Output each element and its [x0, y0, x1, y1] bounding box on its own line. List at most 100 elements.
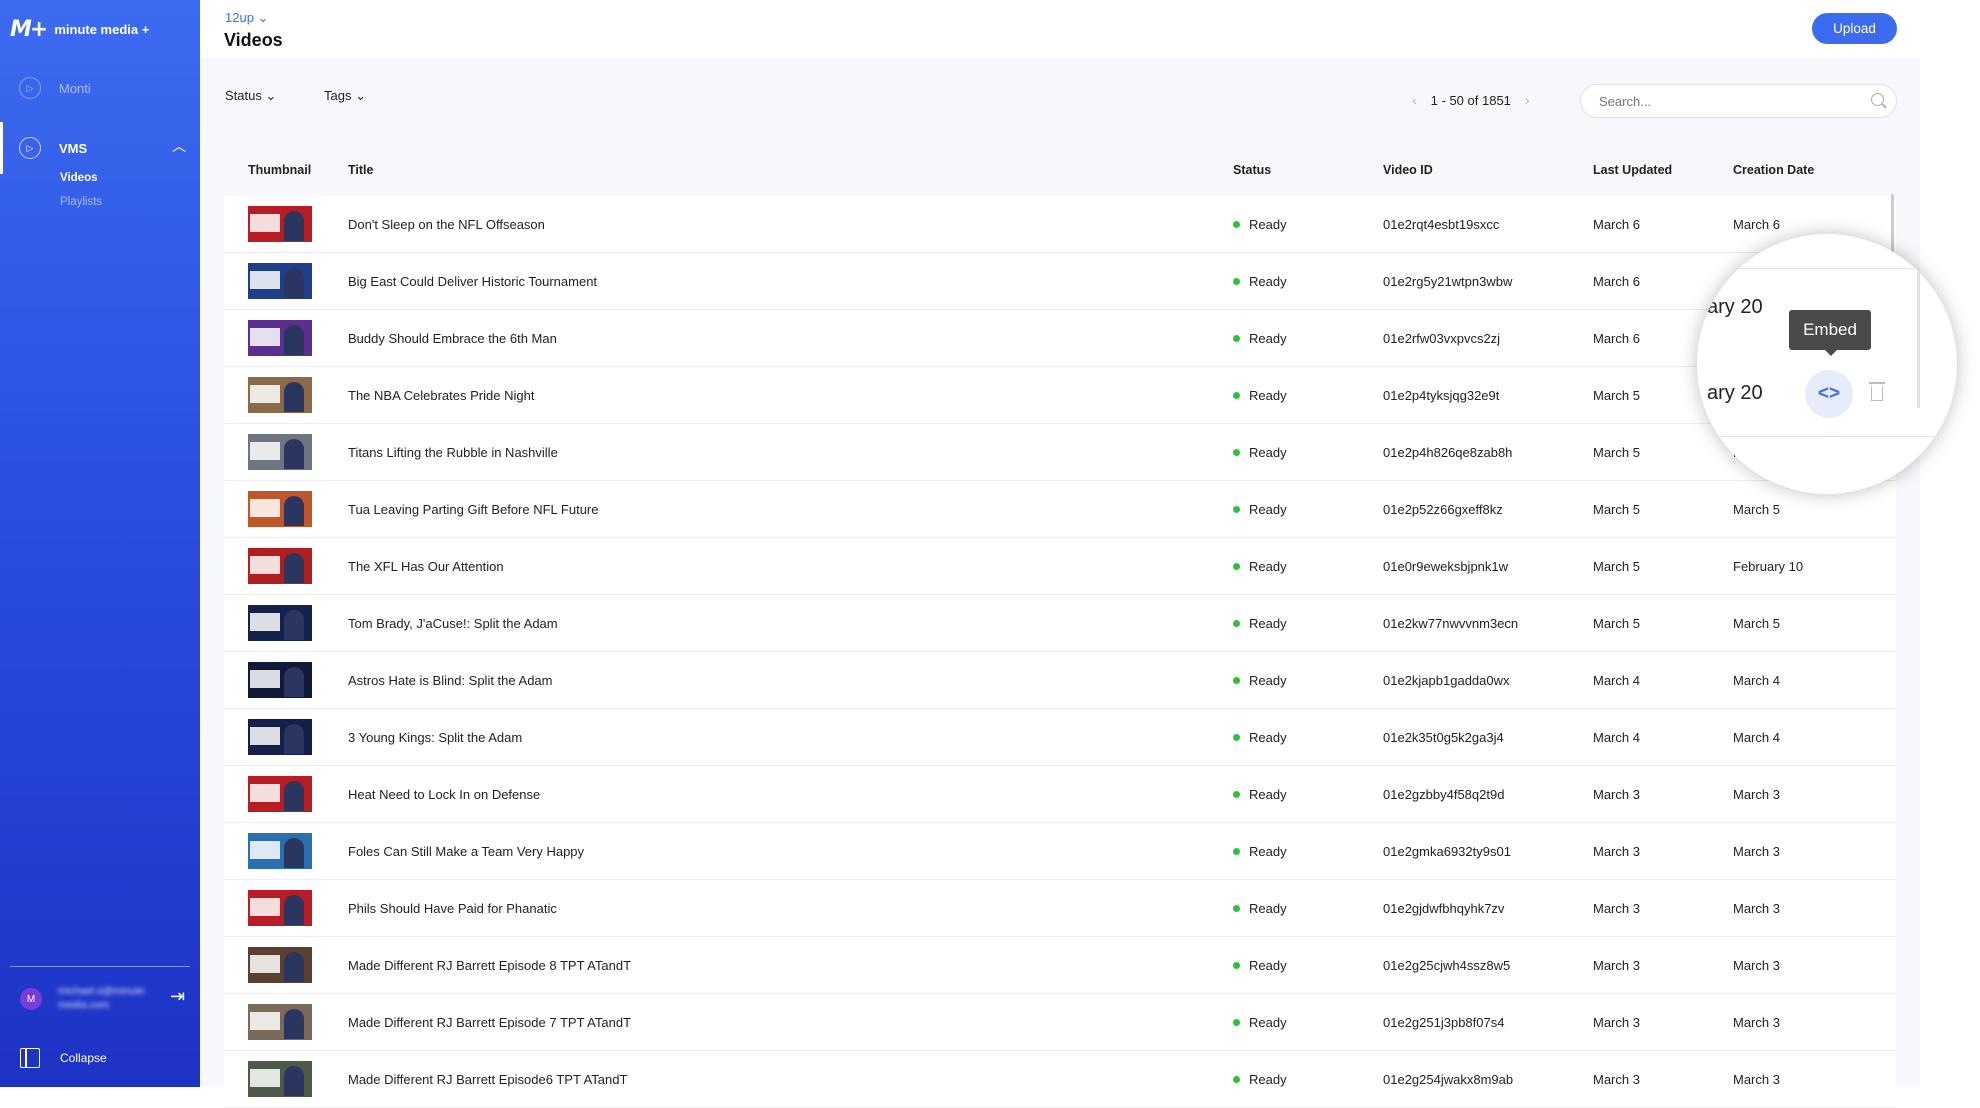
logout-icon[interactable]: ⇥: [170, 986, 185, 1007]
embed-code-icon[interactable]: <>: [1805, 370, 1853, 418]
video-thumbnail[interactable]: [248, 662, 312, 698]
last-updated: March 3: [1593, 957, 1640, 973]
upload-button[interactable]: Upload: [1812, 13, 1897, 44]
video-title[interactable]: 3 Young Kings: Split the Adam: [348, 730, 1233, 745]
video-thumbnail[interactable]: [248, 1061, 312, 1097]
table-row[interactable]: Buddy Should Embrace the 6th Man Ready 01e…: [224, 310, 1896, 367]
video-title[interactable]: Big East Could Deliver Historic Tourname…: [348, 274, 1233, 289]
table-row[interactable]: 3 Young Kings: Split the Adam Ready 01e2k3…: [224, 709, 1896, 766]
last-updated: March 5: [1593, 501, 1640, 517]
column-header[interactable]: Last Updated: [1593, 163, 1733, 177]
collapse-button[interactable]: Collapse: [60, 1051, 107, 1065]
brand-logo[interactable]: M+ minute media +: [10, 14, 149, 44]
last-updated: March 4: [1593, 729, 1640, 745]
column-header[interactable]: Status: [1233, 163, 1383, 177]
status-cell: Ready: [1233, 901, 1383, 916]
table-row[interactable]: The XFL Has Our Attention Ready 01e0r9ewek…: [224, 538, 1896, 595]
tags-filter-dropdown[interactable]: Tags ⌄: [324, 88, 366, 104]
prev-page-icon[interactable]: ‹: [1412, 92, 1417, 108]
video-id: 01e2gmka6932ty9s01: [1383, 843, 1511, 859]
video-title[interactable]: Foles Can Still Make a Team Very Happy: [348, 844, 1233, 859]
video-thumbnail[interactable]: [248, 206, 312, 242]
video-thumbnail[interactable]: [248, 320, 312, 356]
video-title[interactable]: Made Different RJ Barrett Episode 7 TPT …: [348, 1015, 1233, 1030]
table-row[interactable]: Astros Hate is Blind: Split the Adam Read…: [224, 652, 1896, 709]
video-thumbnail[interactable]: [248, 890, 312, 926]
status-text: Ready: [1249, 216, 1287, 232]
video-title[interactable]: Astros Hate is Blind: Split the Adam: [348, 673, 1233, 688]
avatar[interactable]: M: [20, 988, 42, 1010]
table-row[interactable]: Phils Should Have Paid for Phanatic Ready…: [224, 880, 1896, 937]
table-row[interactable]: Made Different RJ Barrett Episode 8 TPT …: [224, 937, 1896, 994]
table-row[interactable]: Heat Need to Lock In on Defense Ready 01e2…: [224, 766, 1896, 823]
video-thumbnail[interactable]: [248, 833, 312, 869]
video-title[interactable]: Made Different RJ Barrett Episode6 TPT A…: [348, 1072, 1233, 1087]
video-thumbnail[interactable]: [248, 605, 312, 641]
subnav-item-videos[interactable]: Videos: [60, 172, 98, 184]
sidebar-divider: [10, 966, 190, 967]
column-header[interactable]: Creation Date: [1733, 163, 1883, 177]
next-page-icon[interactable]: ›: [1525, 92, 1530, 108]
video-title[interactable]: Buddy Should Embrace the 6th Man: [348, 331, 1233, 346]
thumbnail-figure: [284, 553, 304, 583]
video-title[interactable]: Phils Should Have Paid for Phanatic: [348, 901, 1233, 916]
video-title[interactable]: The NBA Celebrates Pride Night: [348, 388, 1233, 403]
status-cell: Ready: [1233, 274, 1383, 289]
video-thumbnail[interactable]: [248, 947, 312, 983]
search-box[interactable]: [1580, 84, 1897, 118]
table-row[interactable]: Titans Lifting the Rubble in Nashville Re…: [224, 424, 1896, 481]
table-row[interactable]: Made Different RJ Barrett Episode6 TPT A…: [224, 1051, 1896, 1108]
video-title[interactable]: Made Different RJ Barrett Episode 8 TPT …: [348, 958, 1233, 973]
table-row[interactable]: Made Different RJ Barrett Episode 7 TPT …: [224, 994, 1896, 1051]
thumbnail-figure: [284, 382, 304, 412]
video-thumbnail[interactable]: [248, 491, 312, 527]
subnav-item-playlists[interactable]: Playlists: [60, 196, 102, 208]
video-id: 01e2rg5y21wtpn3wbw: [1383, 273, 1513, 289]
table-row[interactable]: Tom Brady, J'aCuse!: Split the Adam Ready…: [224, 595, 1896, 652]
status-cell: Ready: [1233, 559, 1383, 574]
thumbnail-cell: [224, 434, 348, 470]
video-title[interactable]: Tua Leaving Parting Gift Before NFL Futu…: [348, 502, 1233, 517]
video-title[interactable]: Titans Lifting the Rubble in Nashville: [348, 445, 1233, 460]
sidebar-item-vms[interactable]: ▷ VMS ︿: [0, 122, 200, 174]
status-cell: Ready: [1233, 616, 1383, 631]
user-email: michael.s@minute media.com: [58, 985, 145, 1011]
table-row[interactable]: Don't Sleep on the NFL Offseason Ready 01e…: [224, 196, 1896, 253]
chevron-up-icon[interactable]: ︿: [172, 136, 186, 156]
table-row[interactable]: The NBA Celebrates Pride Night Ready 01e2p…: [224, 367, 1896, 424]
creation-date: March 3: [1733, 1071, 1780, 1087]
creation-date: March 3: [1733, 843, 1780, 859]
video-title[interactable]: The XFL Has Our Attention: [348, 559, 1233, 574]
last-updated: March 5: [1593, 558, 1640, 574]
column-header[interactable]: Video ID: [1383, 163, 1593, 177]
pagination: ‹ 1 - 50 of 1851 ›: [1412, 92, 1530, 108]
video-title[interactable]: Heat Need to Lock In on Defense: [348, 787, 1233, 802]
table-row[interactable]: Tua Leaving Parting Gift Before NFL Futu…: [224, 481, 1896, 538]
status-text: Ready: [1249, 387, 1287, 403]
thumbnail-caption-band: [250, 1012, 280, 1030]
collapse-icon[interactable]: [20, 1048, 40, 1068]
search-icon[interactable]: [1871, 93, 1884, 106]
breadcrumb[interactable]: 12up ⌄: [225, 10, 268, 26]
creation-date: March 4: [1733, 729, 1780, 745]
video-thumbnail[interactable]: [248, 1004, 312, 1040]
video-thumbnail[interactable]: [248, 719, 312, 755]
thumbnail-cell: [224, 1061, 348, 1097]
status-dot: [1233, 562, 1240, 570]
trash-icon[interactable]: [1869, 382, 1885, 402]
video-title[interactable]: Don't Sleep on the NFL Offseason: [348, 217, 1233, 232]
status-filter-dropdown[interactable]: Status ⌄: [225, 88, 276, 104]
table-row[interactable]: Big East Could Deliver Historic Tourname…: [224, 253, 1896, 310]
video-thumbnail[interactable]: [248, 548, 312, 584]
video-title[interactable]: Tom Brady, J'aCuse!: Split the Adam: [348, 616, 1233, 631]
page-title: Videos: [224, 30, 283, 50]
column-header[interactable]: Title: [348, 163, 1233, 177]
video-id: 01e2g251j3pb8f07s4: [1383, 1014, 1505, 1030]
video-thumbnail[interactable]: [248, 434, 312, 470]
search-input[interactable]: [1597, 93, 1851, 110]
table-row[interactable]: Foles Can Still Make a Team Very Happy Re…: [224, 823, 1896, 880]
sidebar-item-monti[interactable]: ▷ Monti: [0, 70, 200, 106]
video-thumbnail[interactable]: [248, 377, 312, 413]
video-thumbnail[interactable]: [248, 263, 312, 299]
video-thumbnail[interactable]: [248, 776, 312, 812]
